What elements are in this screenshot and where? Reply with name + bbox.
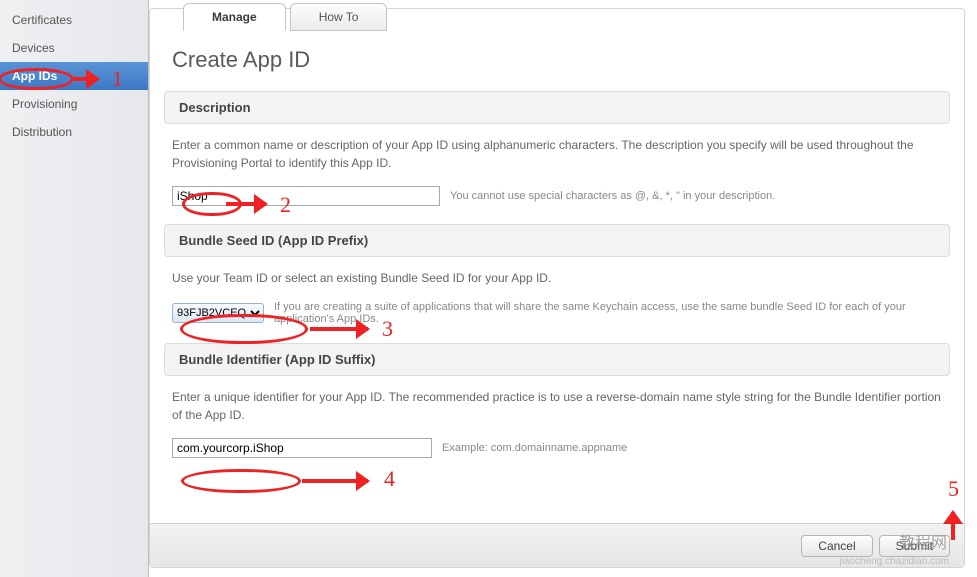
description-hint: You cannot use special characters as @, … <box>450 190 775 202</box>
description-help-text: Enter a common name or description of yo… <box>172 136 942 172</box>
suffix-hint: Example: com.domainname.appname <box>442 442 627 454</box>
suffix-help-text: Enter a unique identifier for your App I… <box>172 388 942 424</box>
bundle-identifier-input[interactable] <box>172 438 432 458</box>
cancel-button[interactable]: Cancel <box>801 535 872 557</box>
section-prefix-header: Bundle Seed ID (App ID Prefix) <box>164 224 950 257</box>
prefix-help-text: Use your Team ID or select an existing B… <box>172 269 942 287</box>
sidebar-item-certificates[interactable]: Certificates <box>0 6 148 34</box>
sidebar-item-appids[interactable]: App IDs <box>0 62 148 90</box>
section-description-header: Description <box>164 91 950 124</box>
tab-manage[interactable]: Manage <box>183 3 286 31</box>
sidebar-item-provisioning[interactable]: Provisioning <box>0 90 148 118</box>
prefix-hint: If you are creating a suite of applicati… <box>274 301 942 325</box>
sidebar: Certificates Devices App IDs Provisionin… <box>0 0 149 577</box>
footer-bar: Cancel Submit <box>150 523 964 567</box>
sidebar-item-distribution[interactable]: Distribution <box>0 118 148 146</box>
bundle-seed-select[interactable]: 93FJB2VCEQ <box>172 303 264 323</box>
page-title: Create App ID <box>172 47 964 73</box>
main-content: Manage How To Create App ID Description … <box>149 0 977 577</box>
submit-button[interactable]: Submit <box>879 535 950 557</box>
section-suffix-header: Bundle Identifier (App ID Suffix) <box>164 343 950 376</box>
sidebar-item-devices[interactable]: Devices <box>0 34 148 62</box>
tab-howto[interactable]: How To <box>290 3 388 31</box>
description-input[interactable] <box>172 186 440 206</box>
